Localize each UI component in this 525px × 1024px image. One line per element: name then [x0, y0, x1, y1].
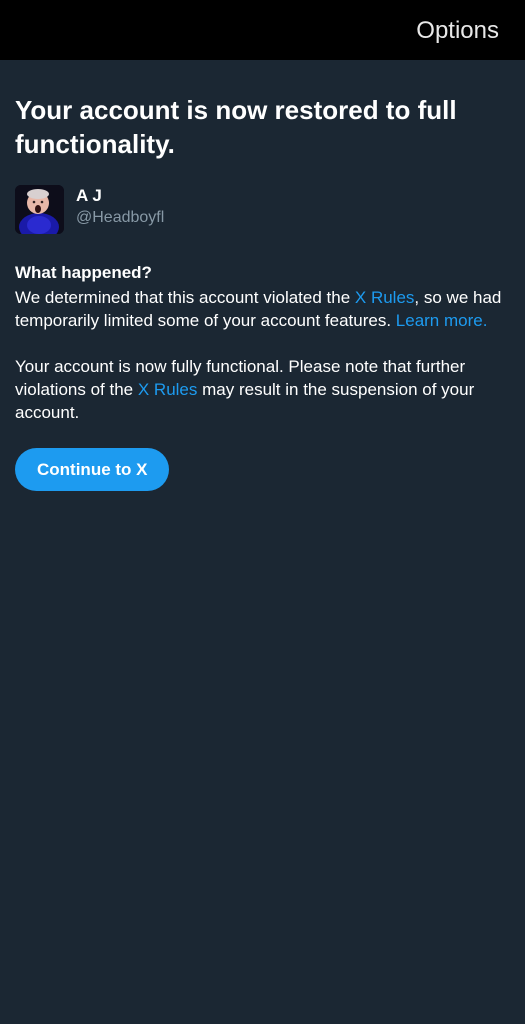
x-rules-link[interactable]: X Rules — [355, 288, 415, 307]
warning-paragraph: Your account is now fully functional. Pl… — [15, 355, 505, 424]
display-name: A J — [76, 186, 102, 205]
section-title: What happened? — [15, 263, 152, 282]
avatar-image-icon — [15, 185, 64, 234]
main-content: Your account is now restored to full fun… — [15, 60, 505, 491]
continue-button[interactable]: Continue to X — [15, 448, 170, 491]
x-rules-link-2[interactable]: X Rules — [138, 380, 198, 399]
avatar — [15, 185, 64, 234]
top-bar: Options — [0, 0, 525, 60]
explanation-paragraph: We determined that this account violated… — [15, 286, 505, 332]
explanation-text: We determined that this account violated… — [15, 288, 355, 307]
learn-more-link[interactable]: Learn more. — [396, 311, 488, 330]
page-title: Your account is now restored to full fun… — [15, 95, 457, 159]
user-handle: @Headboyfl — [76, 209, 165, 226]
account-info: A J @Headboyfl — [15, 185, 505, 235]
options-button[interactable]: Options — [416, 16, 499, 46]
